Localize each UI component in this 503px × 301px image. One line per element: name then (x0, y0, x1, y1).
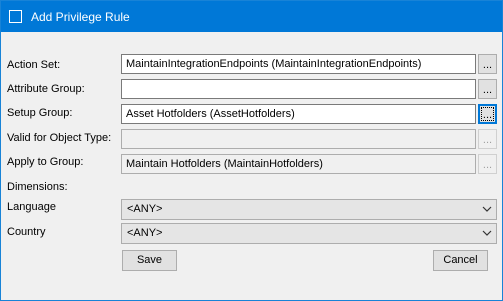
setup-group-label: Setup Group: (7, 107, 73, 119)
cancel-button[interactable]: Cancel (433, 250, 488, 271)
title-bar[interactable]: Add Privilege Rule (1, 1, 502, 32)
apply-to-group-field: Maintain Hotfolders (MaintainHotfolders) (121, 154, 476, 174)
attribute-group-field[interactable] (121, 79, 476, 99)
language-label: Language (7, 201, 56, 213)
ellipsis-icon: ... (482, 84, 493, 96)
dimensions-label: Dimensions: (7, 181, 68, 193)
dialog-body: Action Set: MaintainIntegrationEndpoints… (1, 32, 502, 300)
action-set-label: Action Set: (7, 59, 61, 71)
ellipsis-icon: ... (482, 109, 493, 121)
ellipsis-icon: ... (482, 59, 493, 71)
country-dropdown[interactable]: <ANY> (121, 223, 497, 244)
country-selected-value: <ANY> (127, 227, 163, 239)
window-icon (9, 10, 22, 23)
window-title: Add Privilege Rule (31, 10, 130, 24)
chevron-down-icon (482, 230, 492, 236)
save-button[interactable]: Save (122, 250, 177, 271)
valid-for-object-type-label: Valid for Object Type: (7, 132, 112, 144)
action-set-field[interactable]: MaintainIntegrationEndpoints (MaintainIn… (121, 54, 476, 74)
setup-group-browse-button[interactable]: ... (478, 104, 497, 124)
ellipsis-icon: ... (482, 134, 493, 146)
language-dropdown[interactable]: <ANY> (121, 199, 497, 220)
ellipsis-icon: ... (482, 159, 493, 171)
valid-for-object-type-field (121, 129, 476, 149)
attribute-group-browse-button[interactable]: ... (478, 79, 497, 99)
country-label: Country (7, 226, 46, 238)
setup-group-field[interactable]: Asset Hotfolders (AssetHotfolders) (121, 104, 476, 124)
chevron-down-icon (482, 206, 492, 212)
valid-for-object-type-browse-button: ... (478, 129, 497, 149)
apply-to-group-browse-button: ... (478, 154, 497, 174)
apply-to-group-label: Apply to Group: (7, 156, 84, 168)
add-privilege-rule-dialog: Add Privilege Rule Action Set: MaintainI… (0, 0, 503, 301)
action-set-browse-button[interactable]: ... (478, 54, 497, 74)
language-selected-value: <ANY> (127, 203, 163, 215)
attribute-group-label: Attribute Group: (7, 83, 85, 95)
